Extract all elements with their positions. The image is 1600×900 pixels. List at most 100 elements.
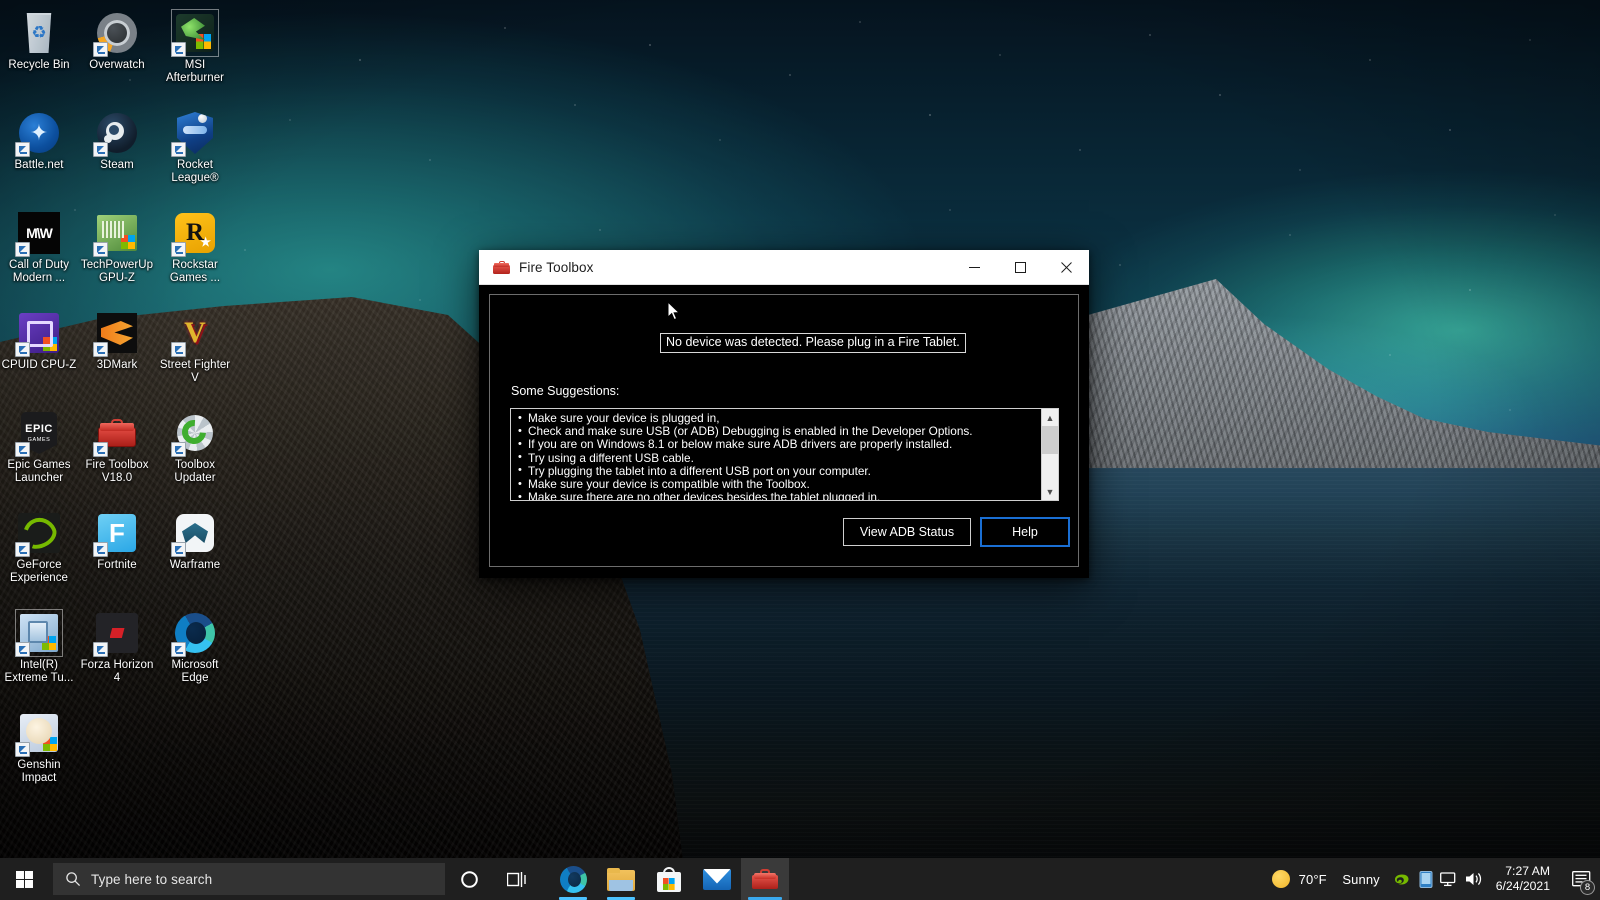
- intel-extreme-tuning-icon: [15, 609, 63, 657]
- desktop-icon-recycle-bin[interactable]: Recycle Bin: [0, 4, 78, 104]
- shortcut-arrow-icon: [171, 42, 186, 57]
- desktop-icon-label: Genshin Impact: [17, 759, 61, 785]
- task-view-button[interactable]: [493, 858, 541, 900]
- cortana-button[interactable]: [445, 858, 493, 900]
- help-button[interactable]: Help: [980, 517, 1070, 547]
- window-client-area: No device was detected. Please plug in a…: [479, 285, 1089, 578]
- suggestions-scrollbar[interactable]: ▲ ▼: [1041, 409, 1058, 500]
- gpu-z-icon: [93, 210, 140, 257]
- search-input[interactable]: Type here to search: [53, 863, 445, 895]
- minimize-button[interactable]: [951, 250, 997, 285]
- shortcut-arrow-icon: [15, 142, 30, 157]
- taskbar-item-file-explorer[interactable]: [597, 858, 645, 900]
- suggestions-label: Some Suggestions:: [511, 384, 620, 398]
- window-title: Fire Toolbox: [519, 259, 594, 275]
- notification-center-button[interactable]: 8: [1562, 858, 1600, 900]
- microsoft-edge-icon: [559, 865, 587, 893]
- desktop-icon-steam[interactable]: Steam: [78, 104, 156, 204]
- network-icon[interactable]: [1438, 858, 1462, 900]
- maximize-button[interactable]: [997, 250, 1043, 285]
- desktop-icon-label: Rocket League®: [171, 159, 219, 185]
- desktop-icon-battle-net[interactable]: ✦ Battle.net: [0, 104, 78, 204]
- desktop-icon-genshin-impact[interactable]: Genshin Impact: [0, 704, 78, 804]
- list-item: Make sure there are no other devices bes…: [518, 491, 1041, 500]
- onedrive-icon[interactable]: [1414, 858, 1438, 900]
- shortcut-arrow-icon: [171, 342, 186, 357]
- shortcut-arrow-icon: [15, 242, 30, 257]
- clock[interactable]: 7:27 AM 6/24/2021: [1486, 864, 1562, 894]
- rockstar-games-icon: R: [171, 210, 218, 257]
- taskbar-item-fire-toolbox[interactable]: [741, 858, 789, 900]
- start-button[interactable]: [0, 858, 48, 900]
- desktop-icon-label: Fire Toolbox V18.0: [85, 459, 149, 485]
- shortcut-arrow-icon: [93, 642, 108, 657]
- suggestions-list: Make sure your device is plugged in, Che…: [511, 409, 1041, 500]
- desktop-icon-epic-games-launcher[interactable]: EPIC GAMES Epic Games Launcher: [0, 404, 78, 504]
- weather-widget[interactable]: 70°F Sunny: [1266, 870, 1390, 888]
- toolbox-icon: [493, 260, 510, 274]
- desktop-icon-overwatch[interactable]: Overwatch: [78, 4, 156, 104]
- desktop-icon-3dmark[interactable]: 3DMark: [78, 304, 156, 404]
- desktop-icon-rocket-league[interactable]: Rocket League®: [156, 104, 234, 204]
- volume-icon[interactable]: [1462, 858, 1486, 900]
- shortcut-arrow-icon: [93, 442, 108, 457]
- desktop-icon-label: Call of Duty Modern ...: [8, 259, 70, 285]
- weather-text: 70°F Sunny: [1299, 872, 1380, 887]
- system-tray: 70°F Sunny 7:27 AM 6/24/2021 8: [1266, 858, 1600, 900]
- desktop-icon-label: Microsoft Edge: [171, 659, 219, 685]
- warframe-icon: [171, 510, 218, 557]
- desktop-icon-cpu-z[interactable]: CPUID CPU-Z: [0, 304, 78, 404]
- rocket-league-icon: [171, 110, 218, 157]
- weather-condition: Sunny: [1342, 871, 1380, 887]
- overwatch-icon: [93, 10, 140, 57]
- desktop-icon-label: Steam: [100, 159, 134, 171]
- desktop-icon-warframe[interactable]: Warframe: [156, 504, 234, 604]
- mail-icon: [703, 868, 731, 890]
- shortcut-arrow-icon: [93, 42, 108, 57]
- weather-temperature: 70°F: [1298, 871, 1327, 887]
- desktop-icon-gpu-z[interactable]: TechPowerUp GPU-Z: [78, 204, 156, 304]
- 3dmark-icon: [93, 310, 140, 357]
- windows-logo-icon: [15, 870, 33, 888]
- taskbar-item-microsoft-store[interactable]: [645, 858, 693, 900]
- desktop-icon-label: MSI Afterburner: [165, 59, 225, 85]
- taskbar[interactable]: Type here to search 70°F Sunny 7:27 AM 6…: [0, 858, 1600, 900]
- battle-net-icon: ✦: [15, 110, 62, 157]
- scrollbar-track[interactable]: [1041, 426, 1058, 483]
- desktop-icon-call-of-duty[interactable]: Call of Duty Modern ...: [0, 204, 78, 304]
- scroll-down-icon[interactable]: ▼: [1041, 483, 1058, 500]
- desktop-icon-label: Toolbox Updater: [174, 459, 216, 485]
- desktop-icon-label: Epic Games Launcher: [7, 459, 71, 485]
- fire-toolbox-window[interactable]: Fire Toolbox No device was detected. Ple…: [479, 250, 1089, 578]
- suggestions-box[interactable]: Make sure your device is plugged in, Che…: [510, 408, 1059, 501]
- desktop-icon-geforce-experience[interactable]: GeForce Experience: [0, 504, 78, 604]
- taskbar-item-mail[interactable]: [693, 858, 741, 900]
- desktop-icon-street-fighter-v[interactable]: Street Fighter V: [156, 304, 234, 404]
- search-icon: [65, 871, 81, 887]
- microsoft-edge-icon: [171, 610, 218, 657]
- desktop-icon-forza-horizon-4[interactable]: Forza Horizon 4: [78, 604, 156, 704]
- shortcut-arrow-icon: [93, 542, 108, 557]
- scrollbar-thumb[interactable]: [1041, 426, 1058, 454]
- window-titlebar[interactable]: Fire Toolbox: [479, 250, 1089, 285]
- recycle-bin-icon: [16, 10, 62, 56]
- desktop-icon-msi-afterburner[interactable]: MSI Afterburner: [156, 4, 234, 104]
- steam-icon: [93, 110, 140, 157]
- close-button[interactable]: [1043, 250, 1089, 285]
- desktop-icon-label: Overwatch: [89, 59, 145, 71]
- desktop-icon-fortnite[interactable]: F Fortnite: [78, 504, 156, 604]
- notification-badge: 8: [1580, 880, 1595, 895]
- view-adb-status-button[interactable]: View ADB Status: [843, 518, 971, 546]
- taskbar-item-microsoft-edge[interactable]: [549, 858, 597, 900]
- fire-toolbox-icon: [93, 410, 140, 457]
- desktop-icon-rockstar-games[interactable]: R Rockstar Games ...: [156, 204, 234, 304]
- desktop-icon-label: Battle.net: [14, 159, 64, 171]
- nvidia-icon[interactable]: [1390, 858, 1414, 900]
- scroll-up-icon[interactable]: ▲: [1041, 409, 1058, 426]
- desktop-icon-toolbox-updater[interactable]: Toolbox Updater: [156, 404, 234, 504]
- fortnite-icon: F: [93, 510, 140, 557]
- desktop-icon-fire-toolbox[interactable]: Fire Toolbox V18.0: [78, 404, 156, 504]
- desktop-icon-intel-extreme-tuning[interactable]: Intel(R) Extreme Tu...: [0, 604, 78, 704]
- list-item: If you are on Windows 8.1 or below make …: [518, 438, 1041, 452]
- desktop-icon-microsoft-edge[interactable]: Microsoft Edge: [156, 604, 234, 704]
